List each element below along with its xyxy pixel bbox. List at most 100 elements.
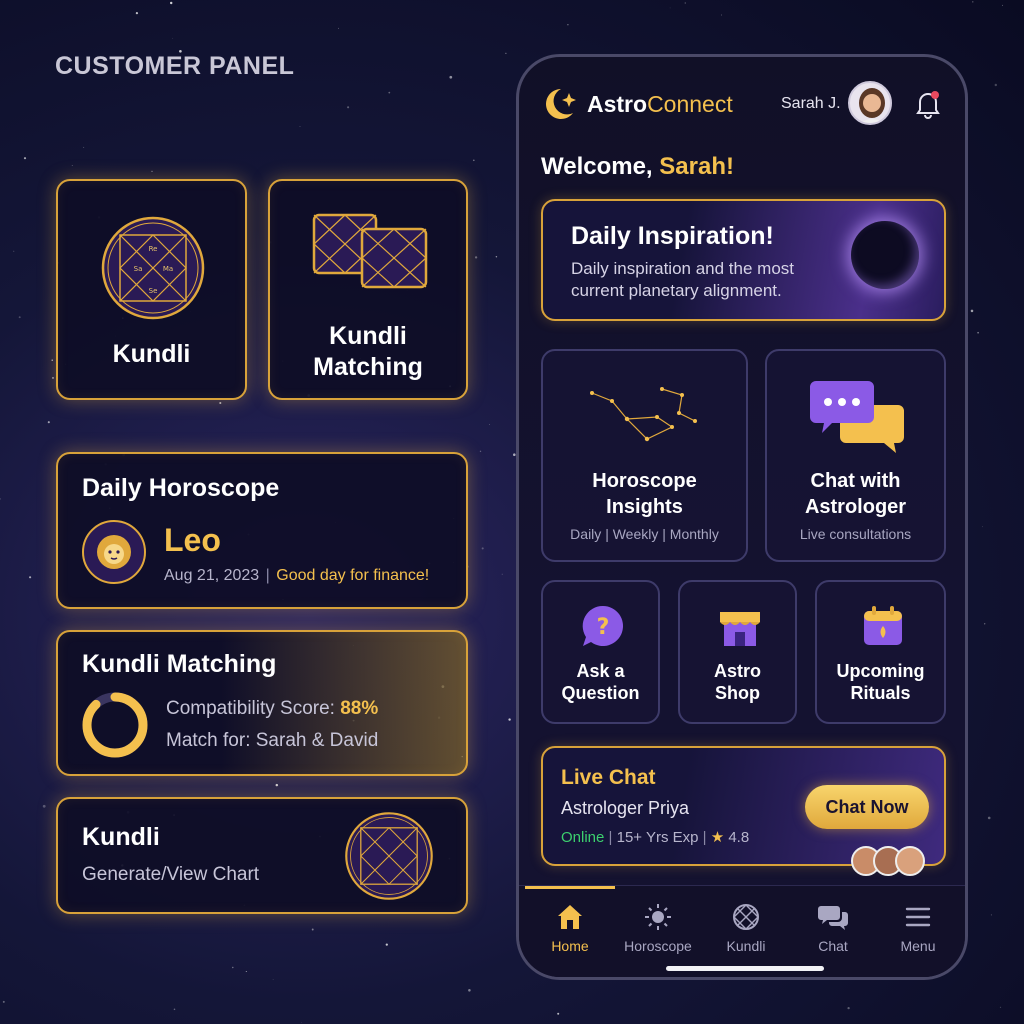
chat-astrologer-sub: Live consultations (799, 526, 912, 542)
match-for-text: Match for: Sarah & David (166, 730, 379, 751)
star-dot (999, 1006, 1002, 1008)
chat-astrologer-card[interactable]: Chat with Astrologer Live consultations (765, 349, 946, 562)
upcoming-rituals-card[interactable]: Upcoming Rituals (815, 580, 946, 724)
inspiration-line2: current planetary alignment. (571, 281, 782, 300)
star-dot (505, 52, 507, 54)
svg-text:Se: Se (149, 287, 158, 295)
kundli-tile-label: Kundli (112, 340, 191, 368)
star-dot (994, 83, 998, 87)
moon-star-logo-icon (546, 89, 576, 119)
ask-question-line2: Question (561, 683, 640, 703)
horoscope-meta: Aug 21, 2023 | Good day for finance! (164, 567, 429, 585)
star-dot (18, 316, 21, 319)
svg-text:Sa: Sa (134, 265, 143, 273)
kundli-chart-icon (345, 812, 433, 900)
chat-astrologer-title1: Chat with (810, 470, 901, 492)
meta-sep-1: | (608, 829, 613, 846)
daily-horoscope-title: Daily Horoscope (82, 474, 280, 502)
user-avatar[interactable] (848, 81, 892, 125)
daily-horoscope-card[interactable]: Daily Horoscope Leo Aug 21, 2023 | Good … (56, 452, 468, 609)
star-dot (449, 75, 453, 79)
star-dot (232, 966, 234, 969)
star-dot (52, 377, 54, 379)
nav-chat[interactable]: Chat (789, 886, 877, 970)
sub-monthly: Monthly (669, 526, 719, 542)
kundli-card[interactable]: Kundli Generate/View Chart (56, 797, 468, 914)
star-dot (338, 27, 339, 29)
star-dot (173, 1008, 176, 1011)
online-status: Online (561, 829, 605, 846)
live-chat-card[interactable]: Live Chat Astrologer Priya Online | 15+ … (541, 746, 946, 876)
home-indicator-bar (666, 966, 824, 971)
horoscope-insights-title1: Horoscope (592, 470, 697, 492)
star-dot (299, 126, 301, 128)
horoscope-insights-card[interactable]: Horoscope Insights Daily | Weekly | Mont… (541, 349, 748, 562)
bottom-navigation: Home Horoscope Kundli Chat Menu (519, 885, 965, 977)
star-dot (970, 309, 974, 313)
horoscope-insights-title2: Insights (606, 496, 683, 518)
horoscope-date: Aug 21, 2023 (164, 567, 260, 584)
star-dot (0, 498, 1, 500)
star-dot (479, 450, 482, 453)
panel-title: CUSTOMER PANEL (55, 52, 295, 80)
horoscope-insights-sub: Daily | Weekly | Monthly (543, 526, 746, 542)
star-dot (272, 979, 274, 980)
star-dot (489, 424, 490, 425)
nav-menu[interactable]: Menu (874, 886, 962, 970)
chat-now-button[interactable]: Chat Now (805, 785, 929, 829)
kundli-matching-label-line2: Matching (313, 353, 423, 381)
brand-part2: Connect (647, 91, 733, 117)
sub-daily: Daily (570, 526, 602, 542)
astro-shop-card[interactable]: Astro Shop (678, 580, 797, 724)
avatar (895, 846, 925, 876)
user-name: Sarah J. (781, 95, 841, 112)
compatibility-value: 88% (340, 698, 379, 719)
brand-part1: Astro (587, 91, 648, 117)
horoscope-message: Good day for finance! (276, 567, 430, 584)
nav-home-label: Home (551, 938, 589, 954)
star-dot (501, 573, 503, 575)
star-dot (42, 804, 46, 808)
star-dot (388, 91, 391, 94)
sub-weekly: Weekly (612, 526, 659, 542)
svg-text:Ma: Ma (163, 265, 173, 273)
star-dot (847, 1006, 850, 1010)
star-dot (83, 146, 85, 148)
kundli-tile[interactable]: Re Sa Ma Se Kundli (56, 179, 247, 400)
live-chat-title: Live Chat (561, 766, 656, 789)
svg-text:?: ? (597, 615, 610, 640)
inspiration-line1: Daily inspiration and the most (571, 259, 795, 278)
star-dot (495, 255, 498, 258)
star-dot (468, 989, 471, 992)
nav-kundli-label: Kundli (726, 938, 766, 954)
astrologer-avatars (851, 846, 925, 878)
notification-bell-icon[interactable] (915, 89, 941, 119)
kundli-matching-card[interactable]: Kundli Matching Compatibility Score: 88%… (56, 630, 468, 776)
star-dot (481, 547, 484, 550)
app-brand: AstroConnect (587, 91, 733, 118)
astrologer-rating: 4.8 (728, 829, 750, 846)
nav-chat-label: Chat (818, 938, 848, 954)
menu-icon (905, 907, 931, 927)
star-dot (47, 421, 50, 424)
nav-home[interactable]: Home (526, 886, 614, 970)
horoscope-separator: | (265, 567, 270, 584)
astrologer-name: Astrologer Priya (561, 798, 690, 818)
kundli-matching-title: Kundli Matching (82, 650, 277, 678)
nav-horoscope[interactable]: Horoscope (614, 886, 702, 970)
nav-kundli[interactable]: Kundli (702, 886, 790, 970)
star-dot (977, 331, 979, 334)
sub-sep-2: | (662, 526, 666, 542)
star-dot (151, 170, 153, 172)
ask-question-card[interactable]: ? Ask a Question (541, 580, 660, 724)
star-dot (29, 576, 32, 579)
daily-inspiration-card[interactable]: Daily Inspiration! Daily inspiration and… (541, 199, 946, 321)
zodiac-sign: Leo (164, 522, 221, 558)
star-dot (990, 914, 992, 916)
svg-text:Re: Re (149, 245, 158, 253)
kundli-matching-tile[interactable]: Kundli Matching (268, 179, 468, 400)
star-dot (172, 37, 174, 39)
star-dot (245, 970, 247, 973)
mobile-app-frame: AstroConnect Sarah J. Welcome, Sarah! Da… (516, 54, 968, 980)
star-dot (508, 718, 511, 721)
